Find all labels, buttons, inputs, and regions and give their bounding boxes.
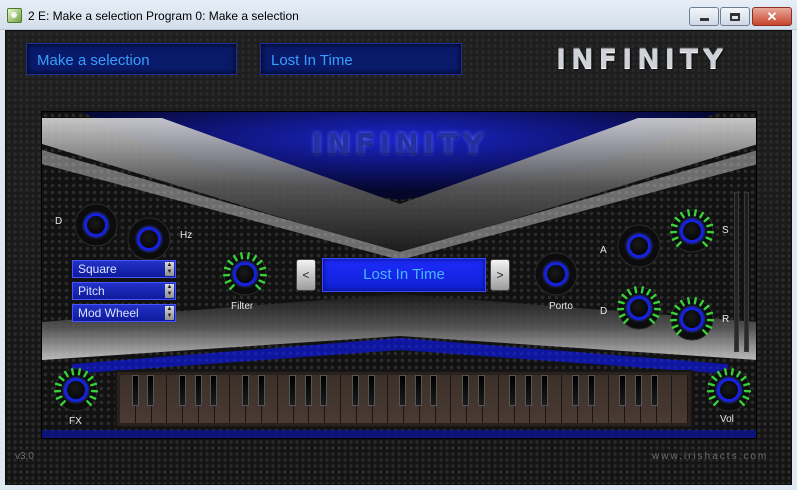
maximize-button[interactable]: [720, 7, 750, 26]
waveform-select[interactable]: Square ▲ ▼: [72, 260, 176, 278]
mod-source-select-value: Mod Wheel: [78, 306, 139, 320]
preset-display: Lost In Time: [322, 258, 486, 292]
spinner-icon[interactable]: ▲ ▼: [165, 306, 174, 320]
synth-panel: INFINITY D Hz Filter Porto A S D R FX Vo…: [41, 111, 757, 439]
piano-black-key[interactable]: [320, 375, 328, 406]
next-preset-button[interactable]: >: [490, 259, 510, 291]
piano-black-key[interactable]: [430, 375, 438, 406]
plugin-window: Make a selection Lost In Time INFINITY I…: [5, 30, 792, 485]
filter-label: Filter: [231, 301, 254, 312]
mod-source-select[interactable]: Mod Wheel ▲ ▼: [72, 304, 176, 322]
hz-label: Hz: [180, 230, 193, 241]
porto-label: Porto: [549, 301, 573, 312]
decay-knob[interactable]: [616, 285, 662, 331]
d-label: D: [55, 216, 63, 227]
app-icon: [7, 8, 22, 23]
piano-black-key[interactable]: [241, 375, 249, 406]
piano-black-key[interactable]: [351, 375, 359, 406]
spinner-icon[interactable]: ▲ ▼: [165, 262, 174, 276]
piano-white-key[interactable]: [325, 375, 341, 423]
vol-label: Vol: [720, 414, 734, 425]
piano-black-key[interactable]: [477, 375, 485, 406]
piano-black-key[interactable]: [619, 375, 627, 406]
piano-black-key[interactable]: [367, 375, 375, 406]
piano-white-key[interactable]: [546, 375, 562, 423]
d-knob[interactable]: [73, 202, 119, 248]
release-knob[interactable]: [669, 296, 715, 342]
piano-black-key[interactable]: [540, 375, 548, 406]
piano-black-key[interactable]: [571, 375, 579, 406]
piano-black-key[interactable]: [587, 375, 595, 406]
piano-white-key[interactable]: [593, 375, 610, 423]
close-button[interactable]: ✕: [752, 7, 792, 26]
piano-black-key[interactable]: [304, 375, 312, 406]
piano-black-key[interactable]: [178, 375, 186, 406]
vol-knob[interactable]: [706, 367, 752, 413]
minimize-icon: [699, 18, 709, 21]
level-meter-right: [744, 192, 749, 352]
piano-white-key[interactable]: [672, 375, 689, 423]
mod-target-select-value: Pitch: [78, 284, 105, 298]
selection-field[interactable]: Make a selection: [26, 43, 237, 75]
piano-white-key[interactable]: [656, 375, 673, 423]
panel-logo: INFINITY: [311, 127, 489, 160]
piano-black-key[interactable]: [194, 375, 202, 406]
mod-target-select[interactable]: Pitch ▲ ▼: [72, 282, 176, 300]
attack-knob[interactable]: [616, 223, 662, 269]
website-label: www.irishacts.com: [652, 451, 769, 462]
d2-label: D: [600, 306, 608, 317]
piano-black-key[interactable]: [399, 375, 406, 406]
piano-black-key[interactable]: [634, 375, 642, 406]
a-label: A: [600, 245, 607, 256]
piano-keyboard[interactable]: [115, 370, 693, 428]
piano-black-key[interactable]: [414, 375, 422, 406]
brand-logo: INFINITY: [556, 44, 728, 75]
piano-black-key[interactable]: [461, 375, 469, 406]
window-titlebar: 2 E: Make a selection Program 0: Make a …: [0, 0, 797, 30]
sustain-knob[interactable]: [669, 208, 715, 254]
piano-white-key[interactable]: [435, 375, 452, 423]
fx-label: FX: [69, 416, 82, 427]
piano-white-key[interactable]: [372, 375, 389, 423]
minimize-button[interactable]: [689, 7, 719, 26]
program-field[interactable]: Lost In Time: [260, 43, 462, 75]
piano-white-key[interactable]: [482, 375, 499, 423]
waveform-select-value: Square: [78, 262, 117, 276]
close-icon: ✕: [766, 9, 778, 24]
piano-black-key[interactable]: [131, 375, 139, 406]
spinner-icon[interactable]: ▲ ▼: [165, 284, 174, 298]
piano-black-key[interactable]: [524, 375, 532, 406]
piano-black-key[interactable]: [210, 375, 218, 406]
piano-black-key[interactable]: [509, 375, 517, 406]
version-label: v3.0: [15, 451, 34, 462]
s-label: S: [722, 225, 729, 236]
piano-black-key[interactable]: [257, 375, 265, 406]
prev-preset-button[interactable]: <: [296, 259, 316, 291]
r-label: R: [722, 314, 730, 325]
piano-black-key[interactable]: [288, 375, 296, 406]
piano-black-key[interactable]: [650, 375, 658, 406]
level-meter-left: [734, 192, 739, 352]
window-title: 2 E: Make a selection Program 0: Make a …: [28, 9, 299, 23]
piano-black-key[interactable]: [147, 375, 155, 406]
maximize-icon: [730, 12, 740, 21]
filter-knob[interactable]: [222, 251, 268, 297]
porto-knob[interactable]: [533, 251, 579, 297]
fx-knob[interactable]: [53, 367, 99, 413]
hz-knob[interactable]: [126, 216, 172, 262]
